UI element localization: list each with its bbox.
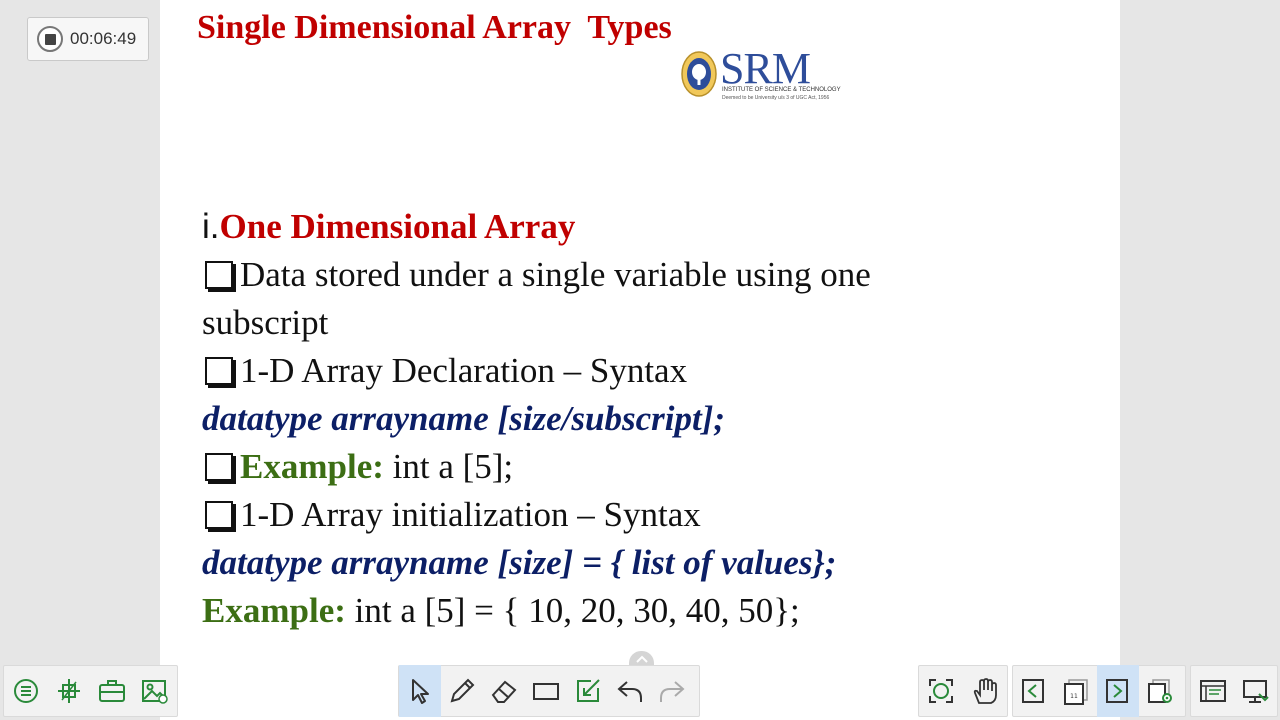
initialization-syntax: datatype arrayname [size] = { list of va… <box>202 543 837 582</box>
page-settings-icon <box>1148 679 1172 703</box>
page-counter-button[interactable]: 11 <box>1055 665 1097 717</box>
checkbox-bullet-icon <box>205 501 233 529</box>
srm-logo: SRM INSTITUTE OF SCIENCE & TECHNOLOGY De… <box>680 44 841 107</box>
drawing-toolbar <box>398 665 700 717</box>
stop-icon[interactable] <box>37 26 63 52</box>
bullet-text: 1-D Array Declaration – Syntax <box>240 351 688 390</box>
menu-button[interactable] <box>5 665 47 717</box>
add-slide-icon <box>57 679 80 703</box>
prev-page-button[interactable] <box>1013 665 1055 717</box>
menu-icon <box>13 679 38 703</box>
mode-toolbar <box>1190 665 1278 717</box>
recording-time: 00:06:49 <box>70 29 137 48</box>
view-toolbar <box>918 665 1008 717</box>
recording-timer[interactable]: 00:06:49 <box>27 17 149 61</box>
logo-tagline: Deemed to be University u/s 3 of UGC Act… <box>722 95 830 101</box>
left-toolbar <box>3 665 178 717</box>
checkbox-bullet-icon <box>205 357 233 385</box>
chevron-up-icon <box>635 655 648 663</box>
board-icon <box>1199 680 1226 702</box>
page-counter-icon: 11 <box>1064 679 1088 705</box>
select-tool-button[interactable] <box>399 665 441 717</box>
slide-body: i.One Dimensional Array Data stored unde… <box>202 203 1102 635</box>
page-settings-button[interactable] <box>1139 665 1181 717</box>
toolbox-button[interactable] <box>91 665 133 717</box>
redo-button[interactable] <box>651 665 693 717</box>
eraser-tool-button[interactable] <box>483 665 525 717</box>
screen-mode-button[interactable] <box>1235 665 1277 717</box>
board-mode-button[interactable] <box>1192 665 1234 717</box>
example-line: Example: int a [5] = { 10, 20, 30, 40, 5… <box>202 587 1102 635</box>
example-code: int a [5] = { 10, 20, 30, 40, 50}; <box>345 591 800 630</box>
page-number: 11 <box>1070 693 1078 700</box>
bullet-line: 1-D Array initialization – Syntax <box>202 491 1102 539</box>
select-icon <box>412 679 429 704</box>
example-label: Example: <box>202 591 346 630</box>
bullet-text: Data stored under a single variable usin… <box>240 255 871 294</box>
heading-text: One Dimensional Array <box>219 207 576 246</box>
annotate-icon <box>577 679 600 702</box>
next-page-icon <box>1106 679 1128 703</box>
prev-page-icon <box>1022 679 1044 703</box>
insert-image-button[interactable] <box>134 665 176 717</box>
heading-numeral: i. <box>202 207 220 246</box>
example-code: int a [5]; <box>383 447 514 486</box>
pen-icon <box>450 678 475 703</box>
bullet-line: Data stored under a single variable usin… <box>202 251 1102 299</box>
zoom-fit-icon <box>929 679 953 703</box>
eraser-icon <box>491 680 517 703</box>
hand-roam-icon <box>973 678 997 704</box>
example-line: Example: int a [5]; <box>202 443 1102 491</box>
checkbox-bullet-icon <box>205 261 233 289</box>
add-slide-button[interactable] <box>48 665 90 717</box>
section-heading: i.One Dimensional Array <box>202 203 1102 251</box>
screen-icon <box>1242 680 1269 703</box>
bullet-continuation: subscript <box>202 303 329 342</box>
bullet-line: 1-D Array Declaration – Syntax <box>202 347 1102 395</box>
checkbox-bullet-icon <box>205 453 233 481</box>
undo-button[interactable] <box>609 665 651 717</box>
srm-emblem-icon <box>681 51 717 97</box>
page-toolbar: 11 <box>1012 665 1186 717</box>
next-page-button[interactable] <box>1097 665 1139 717</box>
zoom-fit-button[interactable] <box>920 665 962 717</box>
rectangle-icon <box>533 683 559 700</box>
hand-roam-button[interactable] <box>964 665 1006 717</box>
shape-tool-button[interactable] <box>525 665 567 717</box>
pen-tool-button[interactable] <box>441 665 483 717</box>
slide-title: Single Dimensional Array Types <box>197 9 672 46</box>
example-label: Example: <box>240 447 384 486</box>
declaration-syntax: datatype arrayname [size/subscript]; <box>202 399 726 438</box>
image-icon <box>142 680 169 704</box>
undo-icon <box>617 681 642 702</box>
toolbox-icon <box>99 680 126 702</box>
logo-subtitle: INSTITUTE OF SCIENCE & TECHNOLOGY <box>722 87 841 93</box>
bullet-text: 1-D Array initialization – Syntax <box>240 495 701 534</box>
annotate-button[interactable] <box>567 665 609 717</box>
redo-icon <box>660 681 685 702</box>
